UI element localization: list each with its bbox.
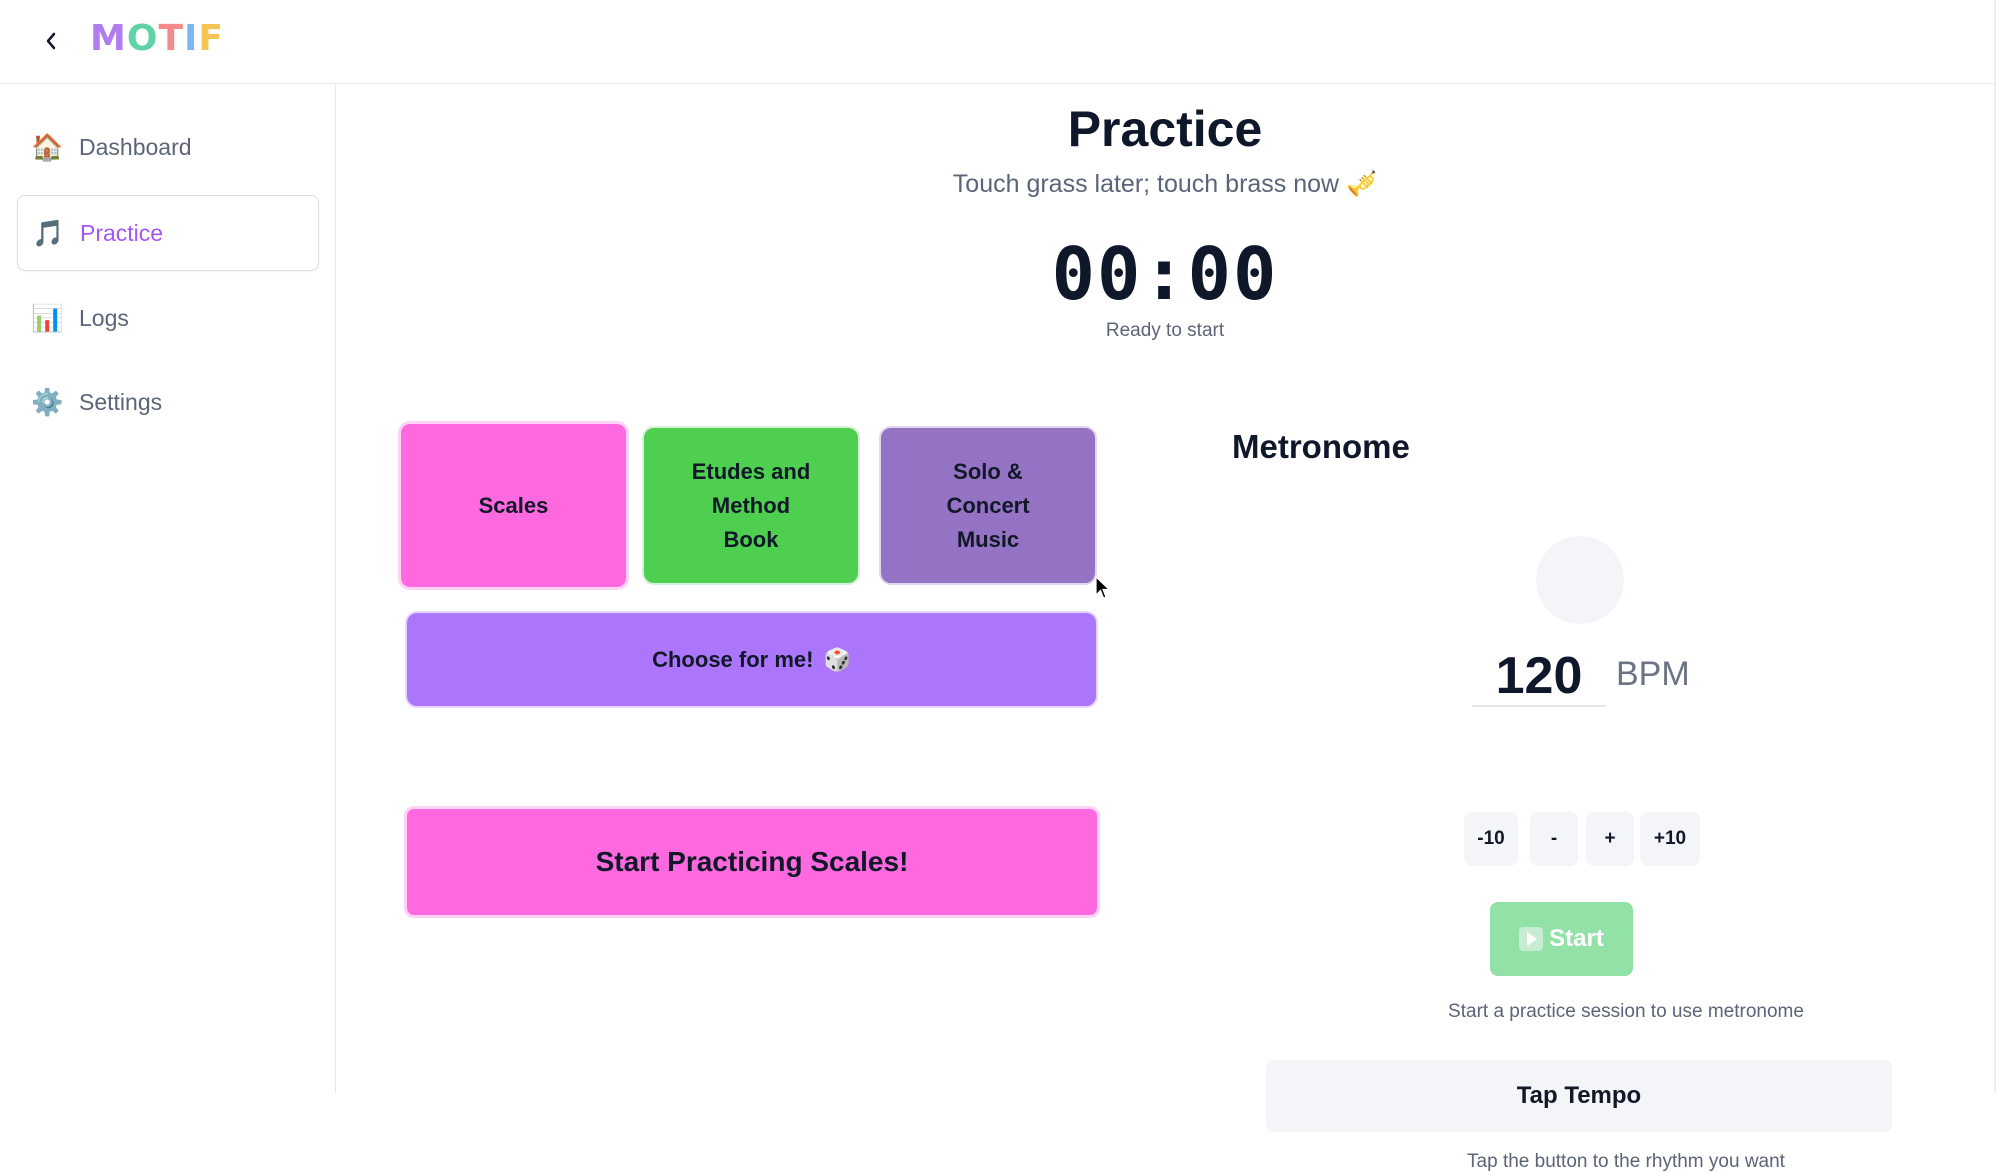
logo-letter: F xyxy=(198,18,224,59)
metronome-beat-indicator xyxy=(1536,536,1624,624)
back-button[interactable] xyxy=(36,26,66,56)
metronome-start-label: Start xyxy=(1549,925,1604,952)
bpm-unit: BPM xyxy=(1616,655,1690,693)
logo-letter: O xyxy=(126,18,159,59)
tap-tempo-hint: Tap the button to the rhythm you want xyxy=(1467,1151,1785,1172)
choose-label: Choose for me! xyxy=(652,646,814,672)
category-label-line: Etudes and xyxy=(691,458,811,484)
sidebar-item-logs[interactable]: 📊 Logs xyxy=(17,281,317,355)
start-practicing-button[interactable]: Start Practicing Scales! xyxy=(404,806,1100,918)
page-title: Practice xyxy=(1067,101,1263,157)
practice-main: Practice Touch grass later; touch brass … xyxy=(336,84,1994,1172)
logo-letter: M xyxy=(90,18,127,59)
chevron-left-icon xyxy=(46,32,56,50)
music-note-icon: 🎵 xyxy=(32,217,65,248)
sidebar-item-label: Settings xyxy=(79,388,163,415)
play-icon xyxy=(1519,927,1544,951)
bar-chart-icon: 📊 xyxy=(31,302,64,333)
sidebar: 🏠 Dashboard 🎵 Practice 📊 Logs ⚙️ Setting… xyxy=(0,84,336,1093)
bpm-plus-10-button[interactable]: +10 xyxy=(1640,812,1700,866)
category-label-line: Book xyxy=(723,526,779,552)
app-window: MOTIF 🏠 Dashboard 🎵 Practice 📊 Logs ⚙️ S… xyxy=(0,0,1996,1172)
category-scales-card[interactable]: Scales xyxy=(398,421,629,590)
category-label-line: Concert xyxy=(946,492,1030,518)
sidebar-item-settings[interactable]: ⚙️ Settings xyxy=(17,365,317,439)
category-label: Etudes and Method Book xyxy=(692,455,811,557)
choose-for-me-button[interactable]: Choose for me! 🎲 xyxy=(405,611,1098,708)
metronome-start-button[interactable]: Start xyxy=(1490,902,1633,976)
logo-letter: I xyxy=(184,18,199,59)
category-label-line: Music xyxy=(956,526,1020,552)
bpm-plus-1-button[interactable]: + xyxy=(1586,812,1634,866)
category-label-line: Method xyxy=(711,492,791,518)
gear-icon: ⚙️ xyxy=(31,386,64,417)
tap-tempo-button[interactable]: Tap Tempo xyxy=(1266,1060,1892,1132)
page-subtitle: Touch grass later; touch brass now 🎺 xyxy=(952,170,1378,198)
mouse-cursor-icon xyxy=(1095,576,1111,599)
bpm-minus-10-button[interactable]: -10 xyxy=(1464,812,1518,866)
tap-tempo-label: Tap Tempo xyxy=(1516,1082,1642,1109)
category-label: Scales xyxy=(478,492,549,518)
bpm-input[interactable]: 120 xyxy=(1472,647,1606,707)
metronome-title: Metronome xyxy=(1232,428,1410,465)
practice-timer: 00:00 xyxy=(1051,232,1279,316)
top-bar: MOTIF xyxy=(0,0,1994,84)
category-label-line: Solo & xyxy=(953,458,1023,484)
timer-status: Ready to start xyxy=(1105,320,1225,341)
logo-letter: T xyxy=(158,18,184,59)
sidebar-item-label: Logs xyxy=(79,304,129,331)
logo[interactable]: MOTIF xyxy=(90,18,224,59)
metronome-hint: Start a practice session to use metronom… xyxy=(1448,1001,1804,1022)
dice-icon: 🎲 xyxy=(823,646,851,672)
start-practicing-label: Start Practicing Scales! xyxy=(595,846,909,877)
bpm-minus-1-button[interactable]: - xyxy=(1530,812,1578,866)
category-etudes-card[interactable]: Etudes and Method Book xyxy=(642,426,860,585)
category-label: Solo & Concert Music xyxy=(946,455,1029,557)
sidebar-item-label: Dashboard xyxy=(79,133,192,160)
category-solo-card[interactable]: Solo & Concert Music xyxy=(879,426,1097,585)
sidebar-item-label: Practice xyxy=(80,219,164,246)
house-icon: 🏠 xyxy=(31,131,64,162)
sidebar-item-practice[interactable]: 🎵 Practice xyxy=(17,195,319,271)
sidebar-item-dashboard[interactable]: 🏠 Dashboard xyxy=(17,110,317,184)
